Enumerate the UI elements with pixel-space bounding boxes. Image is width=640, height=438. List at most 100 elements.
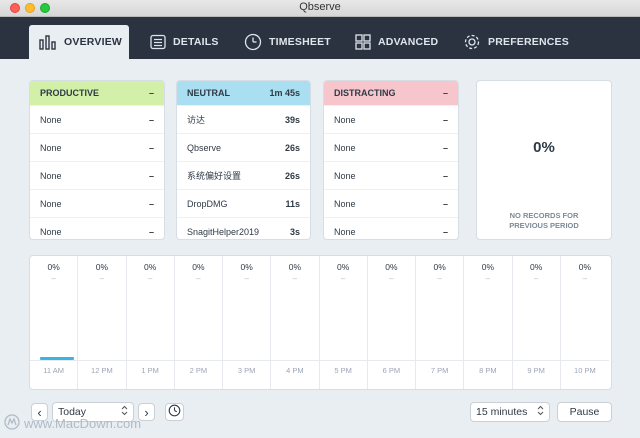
history-button[interactable] [165,403,184,421]
timeline-column[interactable]: 0% – 10 PM [560,256,609,389]
pause-label: Pause [569,406,600,418]
tab-preferences[interactable]: PREFERENCES [453,25,579,59]
baseline [223,360,271,361]
productive-card: PRODUCTIVE – None – None – None – None – Non… [29,80,165,240]
hour-percent: 0% [95,262,109,272]
baseline [126,360,174,361]
list-item[interactable]: None – [324,105,458,133]
list-item[interactable]: None – [30,133,164,161]
timeline-column[interactable]: 0% – 4 PM [271,256,320,389]
tab-label: ADVANCED [378,36,439,48]
list-item[interactable]: None – [30,161,164,189]
baseline [416,360,464,361]
hour-percent: 0% [47,262,60,272]
bar-chart-icon [39,34,57,50]
app-name: None [334,198,356,209]
hour-percent: 0% [481,262,495,272]
tab-advanced[interactable]: ADVANCED [345,25,448,59]
timeline-column[interactable]: 0% – 2 PM [174,256,223,389]
list-item[interactable]: None – [30,105,164,133]
top-nav: OVERVIEW DETAILS TIMESHEET ADVANCED PREF… [0,17,640,59]
baseline [319,360,367,361]
pause-button[interactable]: Pause [557,402,612,422]
list-item[interactable]: Qbserve 26s [177,133,310,161]
hour-dash: – [244,274,249,283]
app-name: None [40,198,62,209]
app-name: None [40,142,62,153]
app-name: 系统偏好设置 [187,171,242,181]
list-item[interactable]: DropDMG 11s [177,189,310,217]
timeline-column[interactable]: 0% – 3 PM [223,256,272,389]
timeline-column[interactable]: 0% – 1 PM [126,256,175,389]
app-name: 访达 [187,115,206,125]
timeline-column[interactable]: 0% – 6 PM [367,256,416,389]
app-time: 11s [285,198,300,209]
list-item[interactable]: None – [324,217,458,239]
app-time: 26s [284,142,300,153]
productivity-percent: 0% [533,139,555,156]
tab-label: DETAILS [173,36,219,48]
hour-dash: – [51,274,56,283]
hour-dash: – [99,274,105,283]
clock-icon [168,404,181,420]
clock-icon [244,33,262,51]
gear-icon [463,33,481,51]
baseline [30,360,78,361]
tab-overview[interactable]: OVERVIEW [29,25,129,59]
interval-select[interactable]: 15 minutes [470,402,550,422]
timeline-column[interactable]: 0% – 5 PM [319,256,368,389]
app-time: – [148,142,154,153]
window-title: Qbserve [299,1,341,13]
app-time: 3s [289,226,300,237]
list-item[interactable]: None – [30,189,164,217]
neutral-total: 1m 45s [269,88,300,98]
app-time: – [148,170,154,181]
baseline [174,360,222,361]
hour-dash: – [437,274,442,283]
distracting-header[interactable]: DISTRACTING – [324,81,458,105]
hour-dash: – [533,274,539,283]
hour-label: 1 PM [141,366,159,375]
timeline-column[interactable]: 0% – 8 PM [464,256,513,389]
baseline [271,360,319,361]
baseline [464,360,512,361]
list-item[interactable]: 系统偏好设置 26s [177,161,310,189]
app-time: – [442,226,448,237]
hour-label: 2 PM [189,366,208,375]
hour-dash: – [147,274,153,283]
hour-label: 4 PM [286,366,304,375]
timeline-column[interactable]: 0% – 9 PM [512,256,561,389]
app-time: – [148,114,154,125]
timeline-column[interactable]: 0% – 11 AM [30,256,79,389]
productive-header[interactable]: PRODUCTIVE – [30,81,164,105]
title-bar: Qbserve [0,0,640,17]
tab-label: TIMESHEET [269,36,331,48]
hour-dash: – [292,274,298,283]
list-icon [150,34,166,50]
timeline-column[interactable]: 0% – 12 PM [78,256,127,389]
hour-percent: 0% [240,262,253,272]
hour-dash: – [389,274,394,283]
watermark: www.MacDown.com [4,414,141,433]
hour-label: 11 AM [43,366,64,375]
app-name: None [40,226,62,237]
distracting-total: – [442,88,448,98]
tab-details[interactable]: DETAILS [140,25,229,59]
hour-label: 5 PM [334,366,352,375]
app-name: None [334,142,356,153]
app-name: None [334,226,356,237]
tab-timesheet[interactable]: TIMESHEET [234,25,341,59]
list-item[interactable]: None – [324,189,458,217]
distracting-title: DISTRACTING [334,88,396,98]
list-item[interactable]: None – [30,217,164,239]
list-item[interactable]: None – [324,161,458,189]
list-item[interactable]: None – [324,133,458,161]
list-item[interactable]: 访达 39s [177,105,310,133]
hourly-timeline: 0% – 11 AM 0% – 12 PM 0% – 1 PM 0% – 2 PM 0% – 3 PM 0% –… [29,255,612,390]
hour-label: 8 PM [479,366,497,375]
timeline-column[interactable]: 0% – 7 PM [416,256,465,389]
hour-percent: 0% [336,262,350,272]
neutral-header[interactable]: NEUTRAL 1m 45s [177,81,310,105]
list-item[interactable]: SnagitHelper2019 3s [177,217,310,239]
activity-bar [40,357,74,360]
